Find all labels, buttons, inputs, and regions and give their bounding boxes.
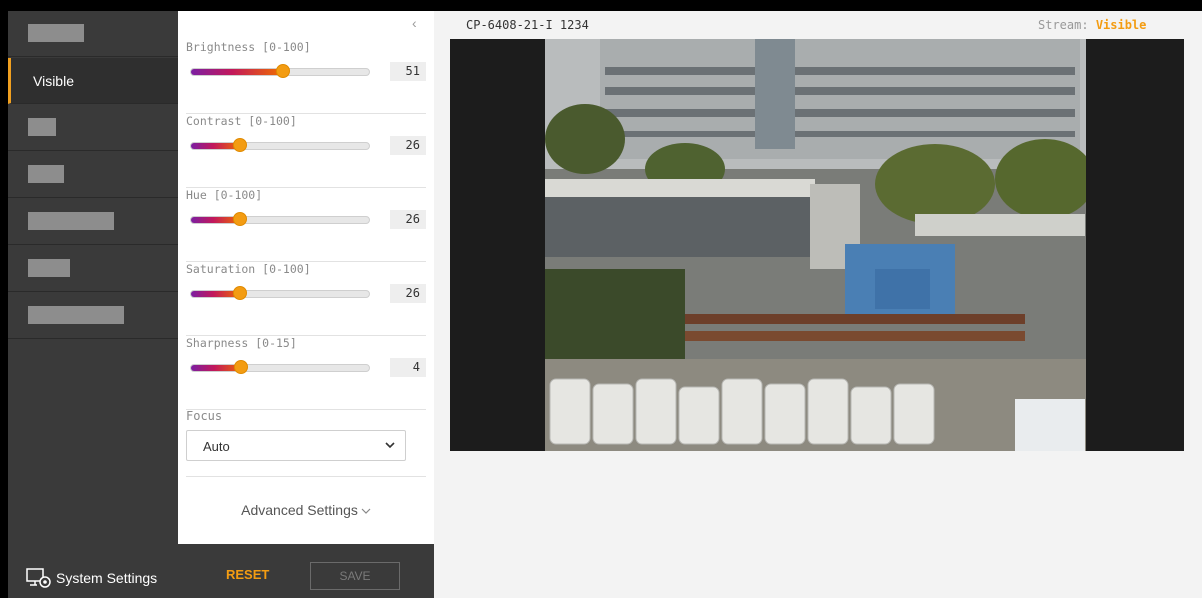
sidebar-item-visible[interactable]: Visible bbox=[8, 58, 178, 104]
slider-value[interactable]: 51 bbox=[390, 62, 426, 81]
slider-hue: Hue [0-100] 26 bbox=[186, 188, 426, 262]
slider-handle[interactable] bbox=[276, 64, 290, 78]
slider-label: Brightness [0-100] bbox=[186, 40, 311, 54]
sidebar-item-3[interactable] bbox=[8, 105, 178, 151]
slider-track[interactable] bbox=[190, 364, 370, 372]
advanced-settings-toggle[interactable]: Advanced Settings bbox=[178, 502, 434, 518]
slider-contrast: Contrast [0-100] 26 bbox=[186, 114, 426, 188]
chevron-down-icon bbox=[385, 442, 395, 449]
redacted-label bbox=[28, 212, 114, 230]
redacted-label bbox=[28, 24, 84, 42]
image-settings-panel: ‹ Brightness [0-100] 51 Contrast [0-100]… bbox=[178, 11, 434, 544]
slider-sharpness: Sharpness [0-15] 4 bbox=[186, 336, 426, 410]
divider bbox=[186, 476, 426, 477]
reset-button[interactable]: RESET bbox=[226, 567, 269, 582]
save-button[interactable]: SAVE bbox=[310, 562, 400, 590]
slider-track[interactable] bbox=[190, 216, 370, 224]
chevron-down-icon bbox=[361, 508, 371, 515]
slider-handle[interactable] bbox=[234, 360, 248, 374]
slider-fill bbox=[191, 69, 282, 75]
stream-indicator: Stream: Visible bbox=[1038, 18, 1146, 32]
collapse-icon[interactable]: ‹ bbox=[412, 15, 417, 31]
slider-saturation: Saturation [0-100] 26 bbox=[186, 262, 426, 336]
advanced-settings-label: Advanced Settings bbox=[241, 502, 358, 518]
slider-track[interactable] bbox=[190, 290, 370, 298]
system-settings-link[interactable]: System Settings bbox=[26, 568, 157, 588]
system-settings-label: System Settings bbox=[56, 570, 158, 586]
camera-feed-image bbox=[545, 39, 1086, 451]
focus-selected-value: Auto bbox=[203, 439, 230, 454]
sidebar-item-label: Visible bbox=[33, 73, 74, 89]
sidebar-item-6[interactable] bbox=[8, 246, 178, 292]
slider-brightness: Brightness [0-100] 51 bbox=[186, 40, 426, 114]
slider-label: Saturation [0-100] bbox=[186, 262, 311, 276]
redacted-label bbox=[28, 259, 70, 277]
slider-value[interactable]: 26 bbox=[390, 284, 426, 303]
sidebar-item-5[interactable] bbox=[8, 199, 178, 245]
sidebar-item-7[interactable] bbox=[8, 293, 178, 339]
monitor-gear-icon bbox=[26, 568, 51, 588]
slider-value[interactable]: 26 bbox=[390, 136, 426, 155]
slider-label: Hue [0-100] bbox=[186, 188, 263, 202]
stream-value: Visible bbox=[1095, 18, 1147, 32]
video-viewport[interactable] bbox=[450, 39, 1184, 451]
action-bar: RESET SAVE bbox=[178, 544, 434, 598]
slider-value[interactable]: 26 bbox=[390, 210, 426, 229]
app-window: Visible System Settings ‹ Brightness [0-… bbox=[0, 0, 1202, 598]
redacted-label bbox=[28, 118, 56, 136]
focus-select[interactable]: Auto bbox=[186, 430, 406, 461]
sidebar-item-4[interactable] bbox=[8, 152, 178, 198]
sidebar-item-1[interactable] bbox=[8, 11, 178, 57]
focus-label: Focus bbox=[186, 409, 223, 423]
redacted-label bbox=[28, 165, 64, 183]
stream-label: Stream: bbox=[1038, 18, 1089, 32]
slider-track[interactable] bbox=[190, 142, 370, 150]
slider-handle[interactable] bbox=[233, 286, 247, 300]
sidebar: Visible System Settings bbox=[8, 11, 178, 598]
slider-handle[interactable] bbox=[233, 138, 247, 152]
slider-value[interactable]: 4 bbox=[390, 358, 426, 377]
camera-id: CP-6408-21-I 1234 bbox=[466, 18, 589, 32]
slider-label: Contrast [0-100] bbox=[186, 114, 297, 128]
slider-label: Sharpness [0-15] bbox=[186, 336, 297, 350]
slider-handle[interactable] bbox=[233, 212, 247, 226]
redacted-label bbox=[28, 306, 124, 324]
